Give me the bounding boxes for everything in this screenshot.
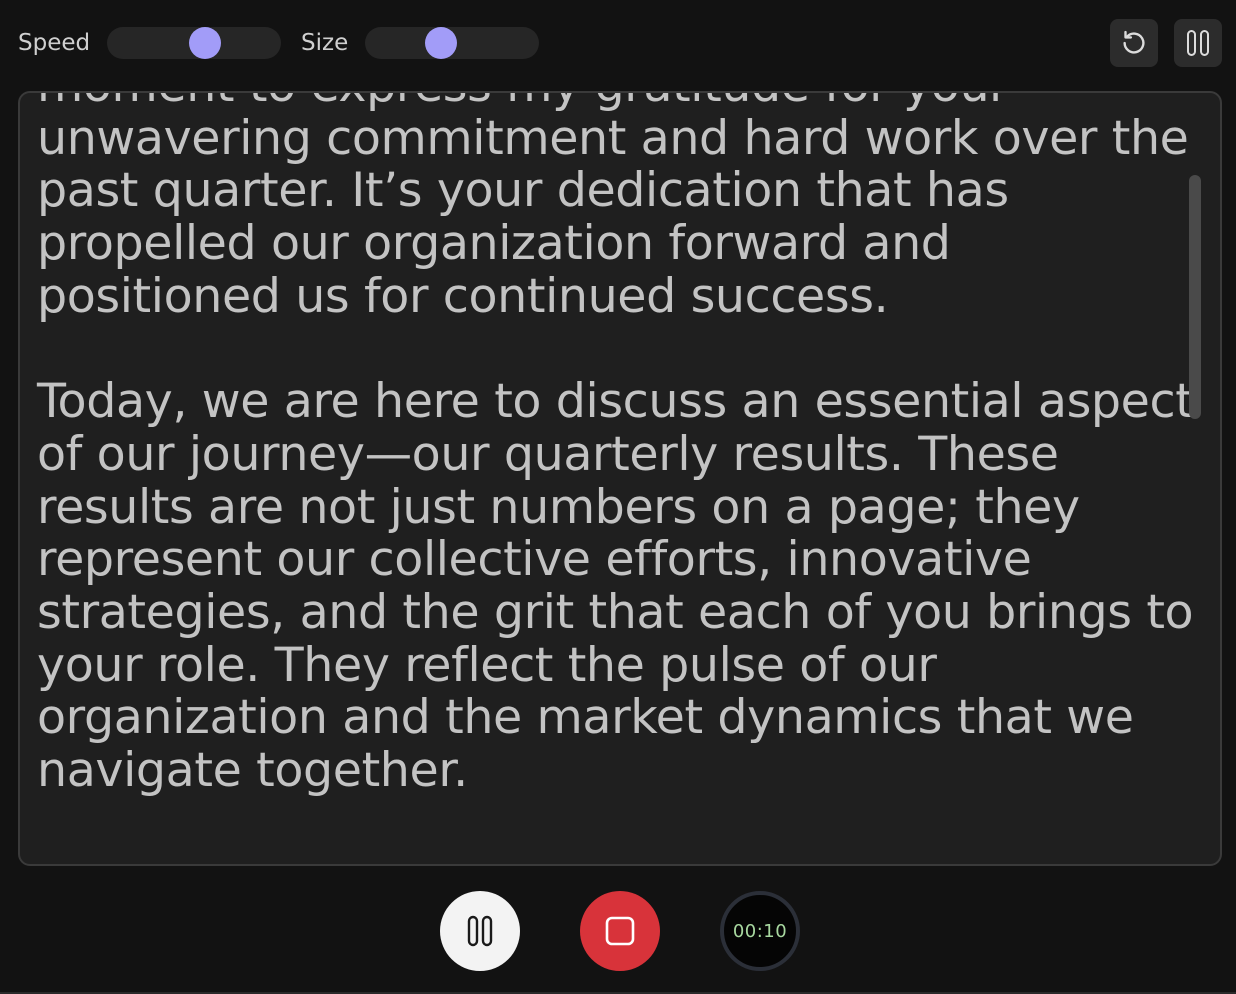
top-toolbar: Speed Size — [0, 0, 1236, 86]
stop-icon — [605, 916, 635, 946]
size-slider-thumb[interactable] — [424, 27, 457, 59]
script-paragraph: moment to express my gratitude for your … — [37, 93, 1189, 324]
speed-slider[interactable] — [107, 27, 281, 59]
reset-button[interactable] — [1110, 19, 1158, 67]
speed-label: Speed — [18, 30, 91, 56]
timer-display: 00:10 — [720, 891, 800, 971]
pause-button[interactable] — [440, 891, 520, 971]
stop-button[interactable] — [580, 891, 660, 971]
pause-icon — [1187, 30, 1209, 56]
rotate-ccw-icon — [1123, 30, 1145, 54]
speed-slider-thumb[interactable] — [189, 27, 222, 59]
script-text: moment to express my gratitude for your … — [37, 93, 1207, 799]
teleprompter-app: Speed Size moment to express my gratitud… — [0, 0, 1236, 994]
size-label: Size — [301, 30, 349, 56]
pause-icon — [467, 915, 493, 947]
script-panel[interactable]: moment to express my gratitude for your … — [18, 91, 1222, 866]
timer-text: 00:10 — [732, 920, 788, 942]
toolbar-pause-button[interactable] — [1174, 19, 1222, 67]
size-slider[interactable] — [365, 27, 539, 59]
scrollbar[interactable] — [1189, 175, 1201, 419]
script-paragraph: Today, we are here to discuss an essenti… — [37, 374, 1194, 799]
